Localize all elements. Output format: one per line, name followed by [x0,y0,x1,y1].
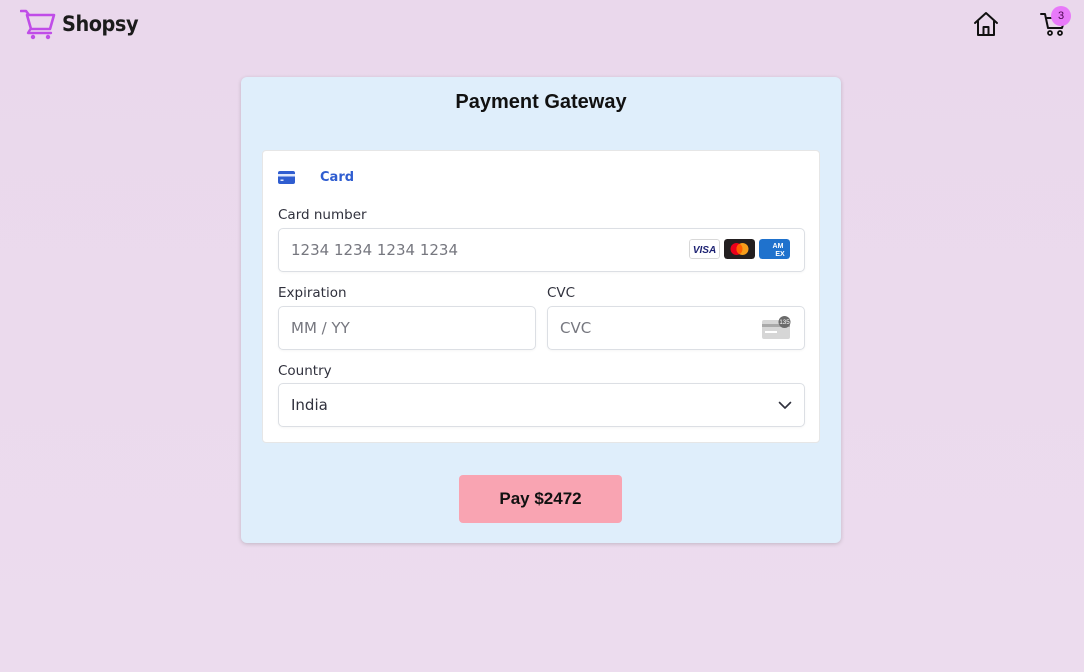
page-title: Payment Gateway [455,91,627,113]
cvc-card-icon: 135 [762,316,791,339]
card-number-label: Card number [278,207,367,223]
country-select[interactable]: India [278,383,805,427]
amex-icon: AM EX [759,239,790,259]
tab-card-label: Card [320,169,355,185]
payment-form: Card Card number VISA AM [262,150,820,443]
card-brand-icons: VISA AM EX [689,239,790,259]
svg-text:VISA: VISA [693,245,716,256]
home-icon[interactable] [972,10,1000,38]
brand-logo-link[interactable]: Shopsy [20,8,145,40]
credit-card-icon [278,170,295,184]
mastercard-icon [724,239,755,259]
card-number-wrapper: VISA AM EX [278,228,805,272]
expiration-input[interactable] [278,306,536,350]
top-navbar: Shopsy 3 [0,0,1084,50]
country-label: Country [278,363,332,379]
brand-name: Shopsy [62,12,139,36]
payment-panel: Payment Gateway Card Card number VISA [241,77,841,543]
cart-count-badge: 3 [1051,6,1071,26]
shopping-cart-icon [20,9,56,40]
cvc-hint-number: 135 [779,319,790,326]
pay-button[interactable]: Pay $2472 [459,475,622,523]
visa-icon: VISA [689,239,720,259]
expiration-label: Expiration [278,285,347,301]
cvc-label: CVC [547,285,576,301]
svg-text:EX: EX [775,251,785,258]
svg-text:AM: AM [773,243,784,250]
country-select-value[interactable]: India [278,383,805,427]
tab-card[interactable]: Card [278,167,354,187]
cvc-wrapper: 135 [547,306,805,350]
